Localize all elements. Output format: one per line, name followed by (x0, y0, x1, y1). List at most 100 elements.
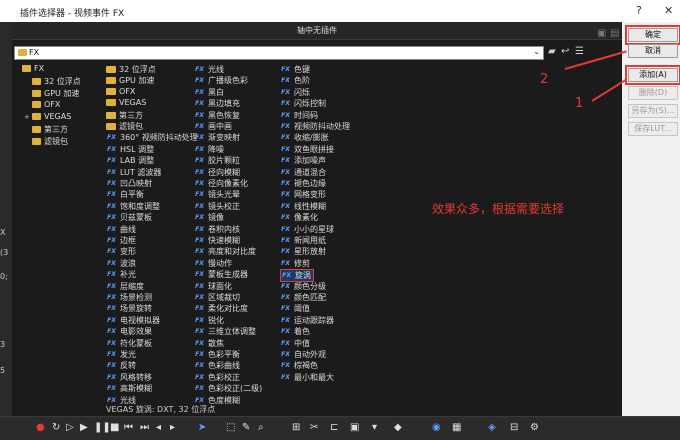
record-icon[interactable]: ● (36, 422, 45, 433)
envelope-tool-icon[interactable]: ✎ (242, 422, 250, 433)
plugin-list-item[interactable]: FX 反转 (106, 360, 136, 371)
plugin-list-item[interactable]: OFX (106, 87, 135, 96)
plugin-list-item[interactable]: FX 胶片颗粒 (194, 155, 240, 166)
plugin-list-item[interactable]: FX 发光 (106, 349, 136, 360)
plugin-list-item[interactable]: FX 波浪 (106, 258, 136, 269)
plugin-list-item[interactable]: FX 最小和最大 (280, 372, 334, 383)
plugin-list-item[interactable]: FX 快速模糊 (194, 235, 240, 246)
plugin-list-item[interactable]: FX 降噪 (194, 144, 224, 155)
plugin-list-item[interactable]: FX 画中画 (194, 121, 232, 132)
marker-icon[interactable]: ▾ (372, 422, 377, 433)
plugin-list-item[interactable]: FX 通道混合 (280, 167, 326, 178)
tree-node[interactable]: OFX (24, 100, 60, 109)
plugin-list-item[interactable]: FX HSL 调整 (106, 144, 154, 155)
list-view-icon[interactable]: ☰ (575, 46, 584, 57)
auto-crossfade-icon[interactable]: ◈ (488, 422, 496, 433)
plugin-list-item[interactable]: FX 凹凸映射 (106, 178, 152, 189)
plugin-list-item[interactable]: FX 线性模糊 (280, 201, 326, 212)
plugin-list-item[interactable]: FX 视频防抖动处理 (280, 121, 350, 132)
plugin-list-item[interactable]: FX 贝兹蒙板 (106, 212, 152, 223)
plugin-list-item[interactable]: VEGAS (106, 98, 146, 107)
plugin-list-item[interactable]: FX 饱和度调整 (106, 201, 160, 212)
plugin-list-item[interactable]: FX 符化蒙板 (106, 338, 152, 349)
plugin-list-item[interactable]: FX 中值 (280, 338, 310, 349)
plugin-list-item[interactable]: FX 收缩/膨胀 (280, 132, 329, 143)
plugin-list-item[interactable]: GPU 加速 (106, 75, 154, 86)
plugin-list-item[interactable]: FX 网格变形 (280, 189, 326, 200)
plugin-list-item[interactable]: FX 小小的星球 (280, 224, 334, 235)
plugin-list-item[interactable]: FX 黑色恢复 (194, 110, 240, 121)
plugin-list-item[interactable]: FX LAB 调整 (106, 155, 154, 166)
plugin-list-item[interactable]: FX 闪烁控制 (280, 98, 326, 109)
plugin-list-item[interactable]: FX 慢动作 (194, 258, 232, 269)
trim-icon[interactable]: ⊏ (330, 422, 338, 433)
plugin-list-item[interactable]: FX 风格转移 (106, 372, 152, 383)
plugin-list-item[interactable]: FX 闪烁 (280, 87, 310, 98)
plugin-list-item[interactable]: FX 卷积内核 (194, 224, 240, 235)
tree-node[interactable]: 32 位浮点 (24, 76, 81, 87)
plugin-list-item[interactable]: FX 双鱼眼拼接 (280, 144, 334, 155)
plugin-list-item[interactable]: FX 区域裁切 (194, 292, 240, 303)
tree-node[interactable]: GPU 加速 (24, 88, 79, 99)
snap-icon[interactable]: ⊞ (292, 422, 300, 433)
plugin-list-item[interactable]: FX 高斯模糊 (106, 383, 152, 394)
plugin-list-item[interactable]: FX LUT 滤波器 (106, 167, 161, 178)
play-icon[interactable]: ▶ (80, 422, 88, 433)
new-folder-icon[interactable]: ▰ (548, 46, 556, 57)
plugin-list-item[interactable]: FX 散焦 (194, 338, 224, 349)
plugin-list-item[interactable]: FX 360° 视频防抖动处理 (106, 132, 198, 143)
plugin-list-item[interactable]: FX 阈值 (280, 303, 310, 314)
action-button[interactable]: 添加(A) (625, 65, 680, 85)
prev-frame-icon[interactable]: ◂ (156, 422, 161, 433)
chevron-down-icon[interactable]: ⌄ (533, 46, 540, 58)
plugin-list-item[interactable]: FX 曲线 (106, 224, 136, 235)
plugin-list-item[interactable]: FX 镜头光晕 (194, 189, 240, 200)
plugin-list-item[interactable]: FX 星形放射 (280, 246, 326, 257)
zoom-tool-icon[interactable]: ⌕ (258, 422, 264, 433)
plugin-list-item[interactable]: FX 褪色边缘 (280, 178, 326, 189)
plugin-list-item[interactable]: FX 黑边填充 (194, 98, 240, 109)
plugin-list-item[interactable]: FX 色彩曲线 (194, 360, 240, 371)
stop-icon[interactable]: ■ (110, 422, 119, 433)
select-tool-icon[interactable]: ⬚ (226, 422, 235, 433)
tree-node[interactable]: FX (14, 64, 44, 73)
tree-node[interactable]: + VEGAS (24, 112, 71, 121)
plugin-list-item[interactable]: FX 着色 (280, 326, 310, 337)
lock-icon[interactable]: ▣ (350, 422, 359, 433)
plugin-list-item[interactable]: 第三方 (106, 110, 143, 121)
go-start-icon[interactable]: ⏮ (124, 422, 133, 433)
region-icon[interactable]: ◆ (394, 422, 402, 433)
plugin-list-item[interactable]: FX 自动外观 (280, 349, 326, 360)
plugin-list-item[interactable]: FX 白平衡 (106, 189, 144, 200)
plugin-list-item[interactable]: FX 锐化 (194, 315, 224, 326)
split-icon[interactable]: ✂ (310, 422, 318, 433)
plugin-list-item[interactable]: FX 径向像素化 (194, 178, 248, 189)
plugin-list-item[interactable]: 32 位浮点 (106, 64, 156, 75)
ripple-icon[interactable]: ▦ (452, 422, 461, 433)
plugin-list-item[interactable]: FX 广播级色彩 (194, 75, 248, 86)
plugin-list-item[interactable]: FX 修剪 (280, 258, 310, 269)
expand-icon[interactable]: + (24, 113, 30, 121)
plugin-list-item[interactable]: FX 蒙板生成器 (194, 269, 248, 280)
plugin-list-item[interactable]: FX 添加噪声 (280, 155, 326, 166)
plugin-list-item[interactable]: FX 渐变映射 (194, 132, 240, 143)
plugin-list-item[interactable]: FX 黑白 (194, 87, 224, 98)
plugin-list-item[interactable]: FX 色彩校正 (194, 372, 240, 383)
plugin-list-item[interactable]: FX 球面化 (194, 281, 232, 292)
go-end-icon[interactable]: ⏭ (140, 422, 149, 433)
next-frame-icon[interactable]: ▸ (170, 422, 175, 433)
plugin-list-item[interactable]: FX 径向模糊 (194, 167, 240, 178)
action-button[interactable]: 取消 (628, 44, 678, 58)
path-dropdown[interactable]: FX ⌄ (14, 46, 544, 60)
plugin-list-item[interactable]: FX 场景检测 (106, 292, 152, 303)
plugin-list-item[interactable]: FX 补光 (106, 269, 136, 280)
magnet-icon[interactable]: ◉ (432, 422, 441, 433)
plugin-list-item[interactable]: FX 颜色分级 (280, 281, 326, 292)
plugin-list-item[interactable]: FX 柔化对比度 (194, 303, 248, 314)
plugin-list-item[interactable]: FX 色彩校正(二级) (194, 383, 262, 394)
plugin-list-item[interactable]: FX 层缩度 (106, 281, 144, 292)
chain-icon[interactable]: ▤ (610, 25, 619, 43)
plugin-list-item[interactable]: FX 时间码 (280, 110, 318, 121)
plugin-list-item[interactable]: FX 亮度和对比度 (194, 246, 256, 257)
plugin-list-item[interactable]: FX 边框 (106, 235, 136, 246)
